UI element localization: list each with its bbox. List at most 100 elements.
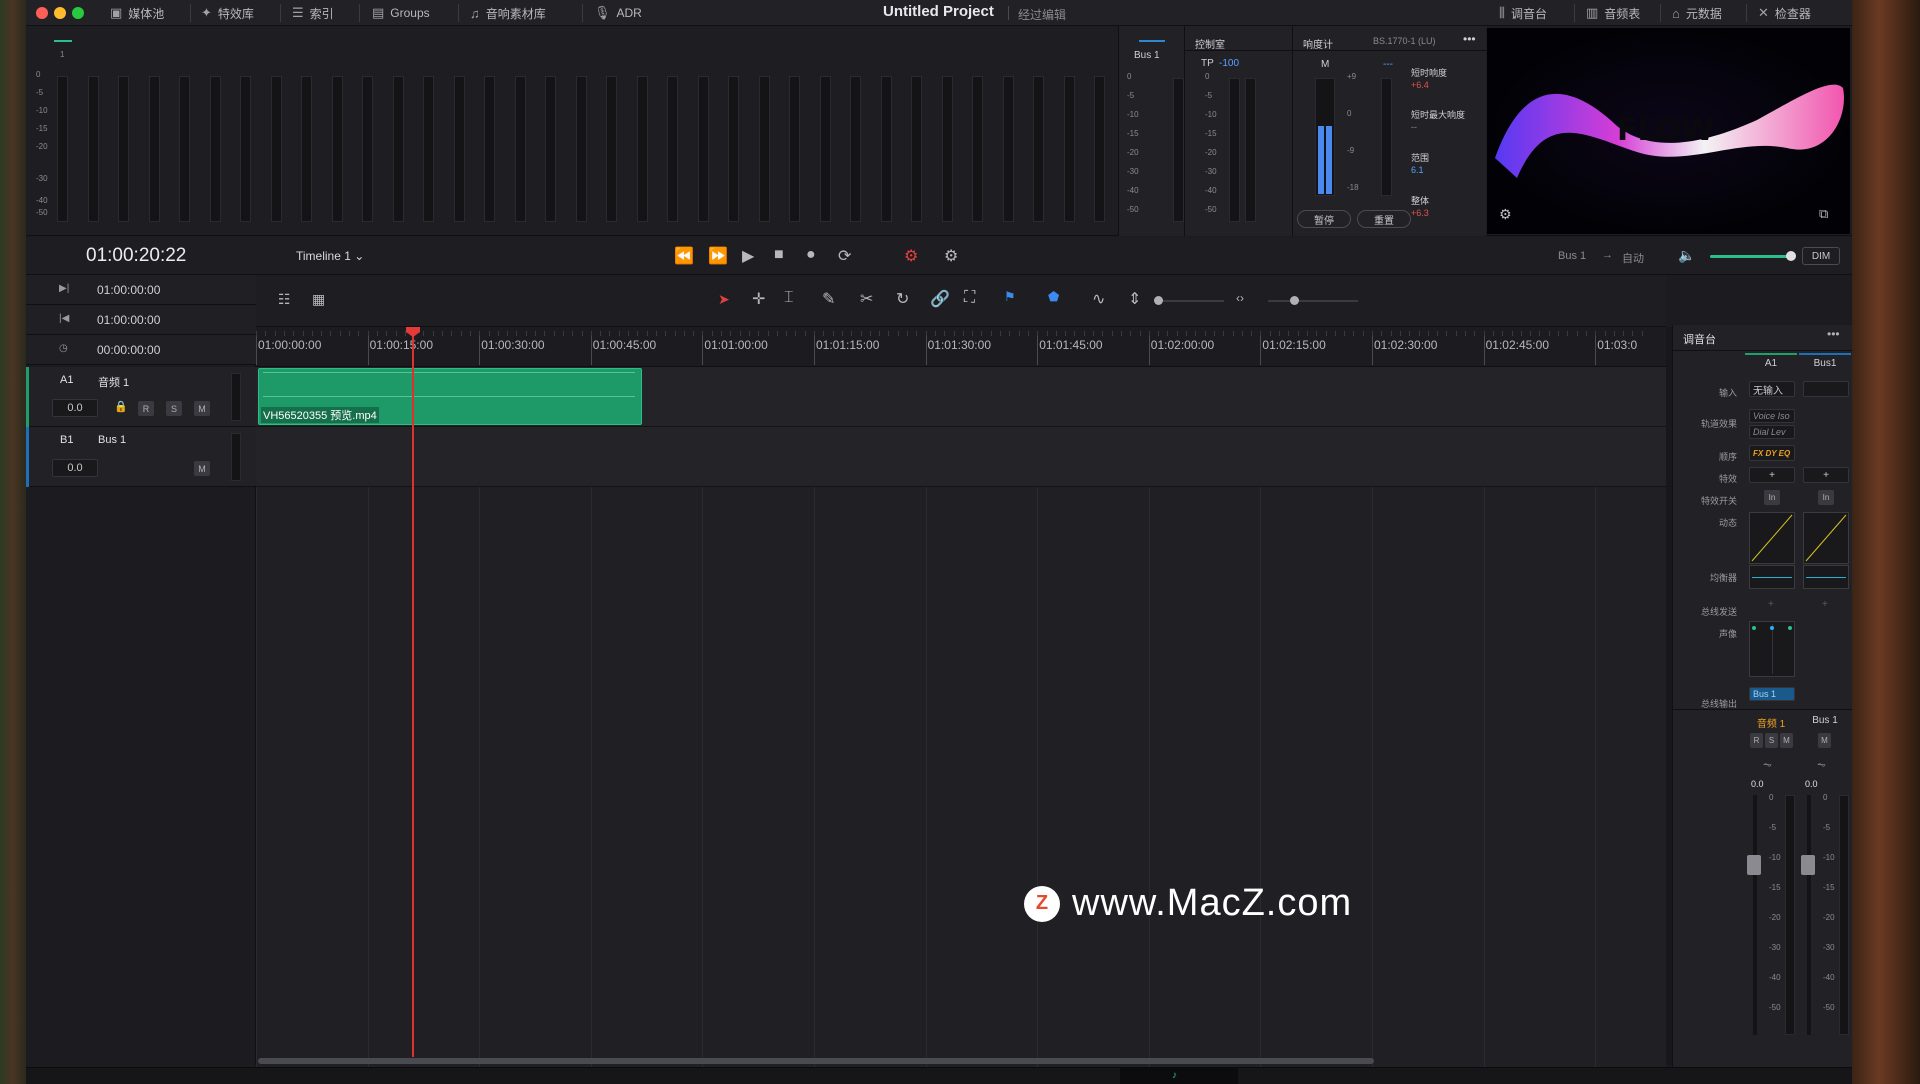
dim-button[interactable]: DIM	[1802, 247, 1840, 265]
bus-send-add-a1[interactable]: +	[1768, 599, 1774, 610]
bus-automation-icon[interactable]: ⏦	[1817, 759, 1826, 772]
snapping-icon[interactable]: ↻	[896, 289, 909, 309]
waveform-icon[interactable]: ∿	[1092, 289, 1105, 309]
range-select-icon[interactable]: ⌶	[784, 289, 794, 307]
loudness-pause-button[interactable]: 暂停	[1297, 210, 1351, 228]
grid-icon[interactable]: ▦	[312, 291, 325, 308]
lane-a1[interactable]: VH56520355 预览.mp4	[256, 367, 1666, 427]
automation-icon[interactable]: ⚙	[944, 246, 958, 266]
bus-output-select[interactable]: Bus 1	[1749, 687, 1795, 701]
metadata-toggle-button[interactable]: ⌂ 元数据	[1672, 0, 1722, 26]
fader-track-bus1[interactable]	[1807, 795, 1811, 1035]
sound-library-button[interactable]: ♫ 音响素材库	[470, 0, 546, 26]
mixer-input-select[interactable]: 无输入	[1749, 381, 1795, 397]
zoom-slider[interactable]	[1268, 300, 1358, 302]
bus-input-select[interactable]	[1803, 381, 1849, 397]
auto-label[interactable]: 自动	[1622, 250, 1644, 266]
media-pool-button[interactable]: ▣ 媒体池	[110, 0, 164, 26]
effects-library-button[interactable]: ✦ 特效库	[201, 0, 254, 26]
viewer-settings-icon[interactable]: ⚙	[1499, 206, 1512, 223]
solo-button[interactable]: S	[166, 401, 182, 416]
fast-forward-icon[interactable]: ⏩	[708, 246, 728, 266]
mixer-toggle-button[interactable]: ⫼ 调音台	[1499, 0, 1547, 26]
master-volume-knob[interactable]	[1786, 251, 1796, 261]
playhead[interactable]	[406, 327, 420, 1057]
marker-icon[interactable]: ⬟	[1048, 289, 1059, 305]
timeline-tracks[interactable]: VH56520355 预览.mp4 Z www.MacZ.com	[256, 367, 1666, 1067]
fader-track-a1[interactable]	[1753, 795, 1757, 1035]
mixer-mute-button[interactable]: M	[1780, 733, 1793, 748]
track-header-b1[interactable]: B1 Bus 1 0.0 M	[26, 427, 256, 487]
adr-button[interactable]: 🎙 ADR	[594, 0, 642, 26]
audio-clip[interactable]: VH56520355 预览.mp4	[258, 368, 642, 425]
track-height-slider[interactable]	[1154, 300, 1224, 302]
fader-value-a1[interactable]: 0.0	[1751, 779, 1764, 789]
stop-icon[interactable]: ■	[774, 246, 784, 264]
timeline-ruler[interactable]: 01:00:00:00 01:00:15:00 01:00:30:00 01:00:4…	[256, 327, 1666, 367]
fader-value-bus1[interactable]: 0.0	[1805, 779, 1818, 789]
processing-order[interactable]: FX DY EQ	[1749, 445, 1795, 461]
record-arm-button[interactable]: R	[138, 401, 154, 416]
inspector-toggle-button[interactable]: ✕ 检查器	[1758, 0, 1811, 26]
mixer-record-button[interactable]: R	[1750, 733, 1763, 748]
index-button[interactable]: ☰ 索引	[292, 0, 334, 26]
fx-in-button-a1[interactable]: In	[1764, 490, 1780, 505]
track-header-a1[interactable]: A1 音频 1 0.0 🔒 R S M	[26, 367, 256, 427]
bus-send-add-bus1[interactable]: +	[1822, 599, 1828, 610]
pointer-icon[interactable]: ➤	[718, 291, 730, 308]
link-icon[interactable]: 🔗	[930, 289, 950, 309]
fairlight-page-tab[interactable]: ♪	[1120, 1068, 1238, 1084]
timeline-selector[interactable]: Timeline 1 ⌄	[296, 249, 364, 263]
pencil-icon[interactable]: ✎	[822, 289, 835, 309]
bus-mute-button[interactable]: M	[1818, 733, 1831, 748]
minimize-window-button[interactable]	[54, 7, 66, 19]
lock-icon[interactable]: 🔒	[114, 400, 128, 413]
track-name[interactable]: Bus 1	[98, 434, 126, 446]
fader-knob-bus1[interactable]	[1801, 855, 1815, 875]
timecode-display[interactable]: 01:00:20:22	[86, 245, 186, 267]
mute-button[interactable]: M	[194, 401, 210, 416]
track-volume[interactable]: 0.0	[52, 459, 98, 477]
timeline-view-icon[interactable]: ☷	[278, 291, 291, 308]
add-effect-button-a1[interactable]: +	[1749, 467, 1795, 483]
mixer-solo-button[interactable]: S	[1765, 733, 1778, 748]
record-arm-icon[interactable]: ⚙	[904, 246, 918, 266]
loudness-reset-button[interactable]: 重置	[1357, 210, 1411, 228]
loudness-options-icon[interactable]: •••	[1463, 32, 1476, 46]
output-bus-label[interactable]: Bus 1	[1558, 250, 1586, 262]
channel-name-bus1[interactable]: Bus 1	[1799, 715, 1851, 726]
fx-in-button-bus1[interactable]: In	[1818, 490, 1834, 505]
groups-button[interactable]: ▤ Groups	[372, 0, 430, 26]
record-icon[interactable]: ●	[806, 246, 816, 264]
crosshair-icon[interactable]: ✛	[752, 289, 765, 309]
flag-icon[interactable]: ⚑	[1004, 289, 1016, 305]
track-height-icon[interactable]: ⇕	[1128, 289, 1141, 309]
zoom-window-button[interactable]	[72, 7, 84, 19]
razor-icon[interactable]: ✂	[860, 289, 873, 309]
close-window-button[interactable]	[36, 7, 48, 19]
rewind-icon[interactable]: ⏪	[674, 246, 694, 266]
fader-knob-a1[interactable]	[1747, 855, 1761, 875]
master-volume-slider[interactable]	[1710, 255, 1790, 258]
viewer-pip-icon[interactable]: ⧉	[1819, 206, 1828, 222]
loop-icon[interactable]: ⟳	[838, 246, 851, 266]
track-fx-slot-2[interactable]: Dial Lev	[1749, 425, 1795, 439]
channel-name-a1[interactable]: 音频 1	[1745, 715, 1797, 730]
zoom-horizontal-icon[interactable]: ‹›	[1236, 291, 1244, 305]
eq-graph-bus1[interactable]	[1803, 565, 1849, 589]
automation-mode-icon[interactable]: ⏦	[1763, 759, 1772, 772]
pan-control-a1[interactable]	[1749, 621, 1795, 677]
play-icon[interactable]: ▶	[742, 246, 754, 266]
mute-button[interactable]: M	[194, 461, 210, 476]
auto-track-icon[interactable]: ⛶	[964, 289, 975, 307]
eq-graph-a1[interactable]	[1749, 565, 1795, 589]
track-name[interactable]: 音频 1	[98, 374, 129, 390]
mixer-options-icon[interactable]: •••	[1827, 327, 1840, 341]
add-effect-button-bus1[interactable]: +	[1803, 467, 1849, 483]
meters-toggle-button[interactable]: ▥ 音频表	[1586, 0, 1640, 26]
timeline-scrollbar[interactable]	[258, 1058, 1374, 1064]
track-fx-slot-1[interactable]: Voice Iso	[1749, 409, 1795, 423]
lane-b1[interactable]	[256, 427, 1666, 487]
track-volume[interactable]: 0.0	[52, 399, 98, 417]
dynamics-graph-a1[interactable]	[1749, 512, 1795, 564]
